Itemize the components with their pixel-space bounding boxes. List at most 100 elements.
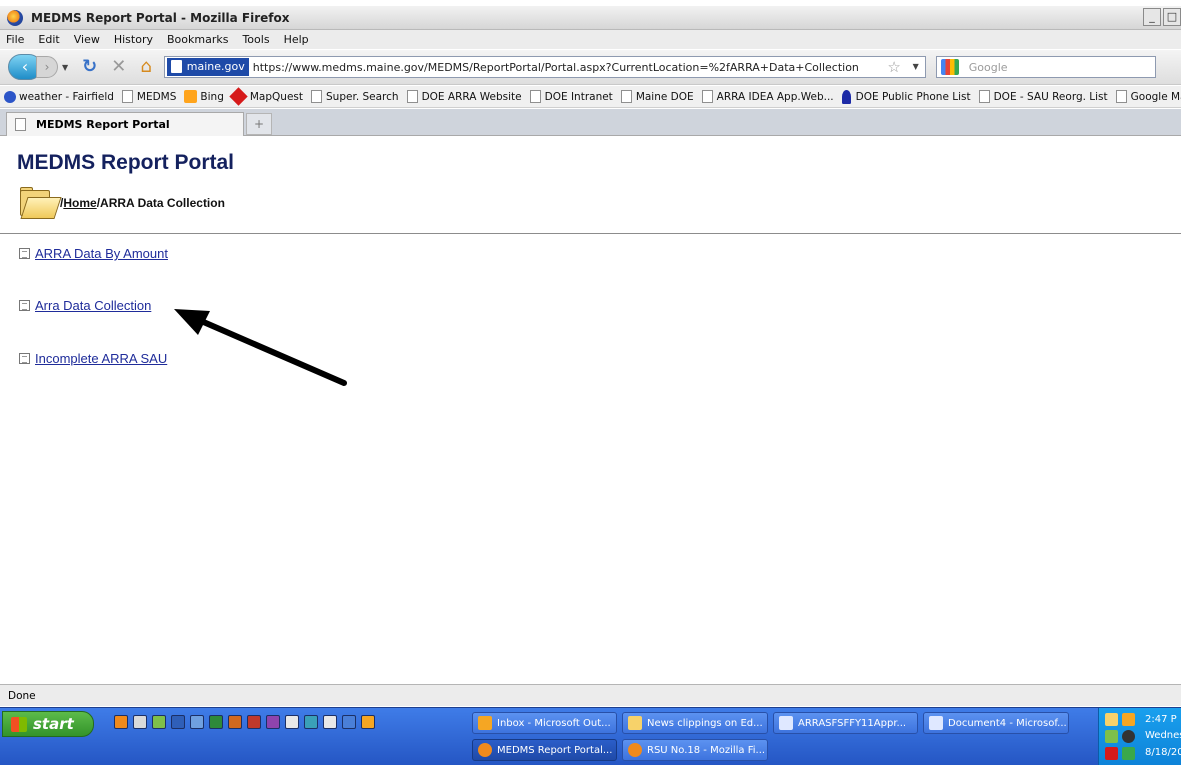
firefox-icon (628, 743, 642, 757)
menu-bookmarks[interactable]: Bookmarks (167, 33, 228, 46)
messenger-tray-icon[interactable] (1105, 730, 1118, 743)
bookmark-phone-list[interactable]: DOE Public Phone List (841, 89, 971, 104)
breadcrumb-home-link[interactable]: Home (63, 196, 96, 210)
menu-help[interactable]: Help (284, 33, 309, 46)
taskbar-button-news-clippings[interactable]: News clippings on Ed... (622, 712, 768, 734)
page-icon (311, 90, 323, 103)
page-icon (406, 90, 418, 103)
url-dropdown-icon[interactable]: ▼ (913, 62, 919, 71)
bookmark-doe-arra[interactable]: DOE ARRA Website (406, 90, 522, 103)
forward-button[interactable]: › (36, 56, 58, 78)
powerpoint-launch-icon[interactable] (247, 715, 261, 729)
bookmark-bing[interactable]: Bing (184, 90, 224, 103)
quick-launch (114, 715, 380, 729)
report-link-arra-data-by-amount[interactable]: ARRA Data By Amount (35, 246, 168, 261)
phone-list-icon (841, 89, 851, 104)
address-bar[interactable]: maine.gov https://www.medms.maine.gov/ME… (163, 56, 926, 78)
timer-launch-icon[interactable] (361, 715, 375, 729)
messenger-launch-icon[interactable] (152, 715, 166, 729)
update-tray-icon[interactable] (1122, 747, 1135, 760)
outlook-icon (478, 716, 492, 730)
divider (0, 233, 1181, 234)
page-icon (121, 90, 133, 103)
firefox-icon (7, 9, 23, 26)
title-bar: MEDMS Report Portal - Mozilla Firefox _ … (0, 6, 1181, 30)
access-launch-icon[interactable] (228, 715, 242, 729)
start-button[interactable]: start (2, 711, 94, 737)
edit-launch-icon[interactable] (323, 715, 337, 729)
search-input[interactable]: Google (969, 61, 1008, 74)
stop-icon[interactable]: ✕ (111, 57, 126, 77)
taskbar-button-outlook[interactable]: Inbox - Microsoft Out... (472, 712, 617, 734)
firefox-icon (478, 743, 492, 757)
bookmark-mapquest[interactable]: MapQuest (229, 87, 303, 106)
taskbar-button-document4[interactable]: Document4 - Microsof... (923, 712, 1069, 734)
clock-date: 8/18/20 (1145, 747, 1181, 758)
firefox-window: MEDMS Report Portal - Mozilla Firefox _ … (0, 0, 1181, 765)
page-icon (1115, 90, 1127, 103)
menu-view[interactable]: View (74, 33, 100, 46)
status-bar: Done (0, 684, 1181, 706)
report-link-arra-data-collection[interactable]: Arra Data Collection (35, 298, 151, 313)
google-icon[interactable] (940, 59, 959, 75)
reload-icon[interactable]: ↻ (82, 57, 97, 77)
bookmark-doe-intranet[interactable]: DOE Intranet (529, 90, 613, 103)
folder-icon (18, 187, 62, 221)
new-tab-button[interactable]: + (246, 113, 272, 135)
bookmark-sau-reorg[interactable]: DOE - SAU Reorg. List (978, 90, 1108, 103)
report-item: ARRA Data By Amount (19, 246, 168, 261)
network-tray-icon[interactable] (1122, 730, 1135, 743)
bookmark-star-icon[interactable]: ☆ (887, 58, 900, 76)
minimize-button[interactable]: _ (1143, 8, 1161, 26)
bookmark-weather[interactable]: weather - Fairfield (4, 90, 114, 103)
document-launch-icon[interactable] (190, 715, 204, 729)
windows-logo-icon (11, 717, 27, 732)
taskbar-button-rsu18[interactable]: RSU No.18 - Mozilla Fi... (622, 739, 768, 761)
notepad-launch-icon[interactable] (285, 715, 299, 729)
menu-bar: File Edit View History Bookmarks Tools H… (0, 30, 1181, 49)
report-icon (19, 300, 30, 311)
page-title: MEDMS Report Portal (17, 151, 235, 174)
bookmark-arra-idea[interactable]: ARRA IDEA App.Web... (701, 90, 834, 103)
breadcrumb: /Home/ARRA Data Collection (60, 196, 225, 210)
bookmark-maine-doe[interactable]: Maine DOE (620, 90, 694, 103)
home-icon[interactable]: ⌂ (140, 57, 151, 77)
excel-launch-icon[interactable] (209, 715, 223, 729)
report-item: Incomplete ARRA SAU (19, 351, 167, 366)
tab-label: MEDMS Report Portal (36, 118, 170, 131)
reminder-tray-icon[interactable] (1122, 713, 1135, 726)
mail-tray-icon[interactable] (1105, 713, 1118, 726)
status-text: Done (8, 689, 36, 702)
bookmark-super-search[interactable]: Super. Search (311, 90, 399, 103)
windows-taskbar: start Inbox - Microsoft Out... News clip… (0, 707, 1181, 765)
search-box[interactable]: Google (935, 56, 1156, 78)
page-icon (701, 90, 713, 103)
menu-edit[interactable]: Edit (38, 33, 59, 46)
firefox-launch-icon[interactable] (114, 715, 128, 729)
publisher-launch-icon[interactable] (266, 715, 280, 729)
restore-button[interactable]: □ (1163, 8, 1181, 26)
page-icon (15, 118, 26, 131)
weather-icon (4, 90, 16, 103)
word-launch-icon[interactable] (171, 715, 185, 729)
antivirus-tray-icon[interactable] (1105, 747, 1118, 760)
bookmark-google-maps[interactable]: Google Maps (1115, 90, 1181, 103)
tab-bar: MEDMS Report Portal + (0, 109, 1181, 136)
url-text[interactable]: https://www.medms.maine.gov/MEDMS/Report… (253, 61, 859, 74)
page-icon (529, 90, 541, 103)
site-identity-button[interactable]: maine.gov (166, 58, 249, 76)
taskbar-button-medms-portal[interactable]: MEDMS Report Portal... (472, 739, 617, 761)
taskbar-button-arrasfsf[interactable]: ARRASFSFFY11Appr... (773, 712, 918, 734)
menu-tools[interactable]: Tools (242, 33, 269, 46)
tab-medms-report-portal[interactable]: MEDMS Report Portal (6, 112, 244, 136)
network-launch-icon[interactable] (342, 715, 356, 729)
clock-launch-icon[interactable] (133, 715, 147, 729)
app-launch-icon[interactable] (304, 715, 318, 729)
bookmark-medms[interactable]: MEDMS (121, 90, 176, 103)
clock-time[interactable]: 2:47 P (1145, 714, 1177, 725)
report-link-incomplete-arra-sau[interactable]: Incomplete ARRA SAU (35, 351, 167, 366)
bing-icon (184, 90, 198, 103)
history-dropdown-icon[interactable]: ▼ (62, 63, 68, 72)
menu-history[interactable]: History (114, 33, 153, 46)
menu-file[interactable]: File (6, 33, 24, 46)
